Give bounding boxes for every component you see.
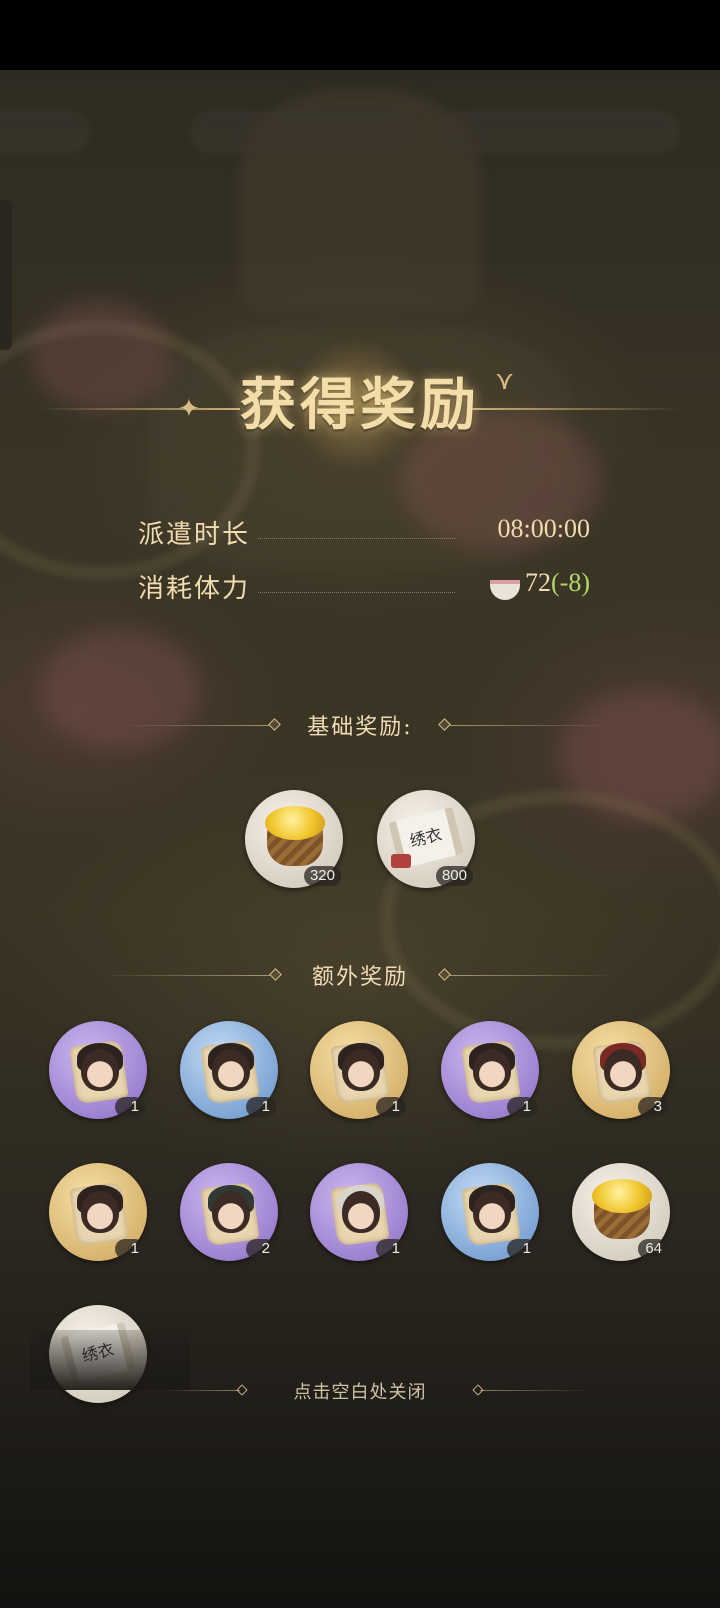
character-fragment-icon [212, 1049, 250, 1091]
stat-value: 08:00:00 [497, 514, 590, 543]
reward-item-character-fragment[interactable]: 3 [572, 1021, 670, 1119]
item-count: 3 [638, 1097, 668, 1117]
reward-item-character-fragment[interactable]: 1 [180, 1021, 278, 1119]
dispatch-duration-row: 派遣时长 08:00:00 [138, 512, 590, 552]
stat-label: 派遣时长 [138, 520, 251, 550]
item-count: 320 [303, 866, 341, 886]
character-fragment-icon [473, 1191, 511, 1233]
status-bar [0, 0, 720, 70]
item-count: 1 [507, 1239, 537, 1259]
close-hint[interactable]: 点击空白处关闭 [0, 1370, 720, 1410]
item-count: 2 [246, 1239, 276, 1259]
stamina-delta: (-8) [551, 568, 590, 597]
item-count: 1 [246, 1097, 276, 1117]
character-fragment-icon [342, 1049, 380, 1091]
item-count: 1 [376, 1239, 406, 1259]
stamina-value: 72 [525, 568, 552, 597]
extra-rewards-header: 额外奖励 [0, 955, 720, 995]
item-count: 1 [115, 1097, 145, 1117]
dotted-divider [258, 538, 455, 539]
stamina-cost-row: 消耗体力 72(-8) [138, 566, 590, 606]
gold-coins-icon [265, 806, 325, 840]
character-fragment-icon [81, 1049, 119, 1091]
dotted-divider [258, 592, 455, 593]
reward-item-gold[interactable]: 320 [245, 790, 343, 888]
close-hint-text: 点击空白处关闭 [293, 1382, 427, 1403]
divider-line [450, 975, 620, 976]
ribbon-icon [391, 854, 411, 868]
item-count: 1 [376, 1097, 406, 1117]
section-title: 基础奖励: [307, 715, 413, 740]
item-count: 800 [435, 866, 473, 886]
item-count: 64 [638, 1239, 668, 1259]
hud-left-blur [0, 110, 90, 154]
stamina-bowl-icon [489, 574, 521, 601]
reward-item-character-fragment[interactable]: 1 [310, 1021, 408, 1119]
character-fragment-icon [212, 1191, 250, 1233]
item-count: 1 [115, 1239, 145, 1259]
character-fragment-icon [604, 1049, 642, 1091]
reward-item-character-fragment[interactable]: 2 [180, 1163, 278, 1261]
base-rewards-header: 基础奖励: [0, 705, 720, 745]
page-title: 获得奖励 [240, 372, 480, 438]
item-count: 1 [507, 1097, 537, 1117]
divider-line [480, 1390, 590, 1391]
character-fragment-icon [473, 1049, 511, 1091]
stat-value: 72(-8) [489, 568, 590, 601]
reward-item-character-fragment[interactable]: 1 [49, 1021, 147, 1119]
character-fragment-icon [81, 1191, 119, 1233]
reward-item-character-fragment[interactable]: 1 [310, 1163, 408, 1261]
gold-coins-icon [592, 1179, 652, 1213]
stat-label: 消耗体力 [138, 574, 251, 604]
reward-item-character-fragment[interactable]: 1 [441, 1163, 539, 1261]
reward-title-banner: ✦ ⋎ 获得奖励 [0, 330, 720, 470]
hud-right-blur [440, 110, 680, 154]
reward-item-character-fragment[interactable]: 1 [49, 1163, 147, 1261]
reward-item-scroll[interactable]: 绣衣 800 [377, 790, 475, 888]
character-fragment-icon [342, 1191, 380, 1233]
scroll-text: 绣衣 [408, 824, 444, 851]
hud-center-blur [190, 110, 420, 154]
divider-line [450, 725, 610, 726]
side-tab[interactable] [0, 200, 12, 350]
reward-item-character-fragment[interactable]: 1 [441, 1021, 539, 1119]
reward-item-gold[interactable]: 64 [572, 1163, 670, 1261]
